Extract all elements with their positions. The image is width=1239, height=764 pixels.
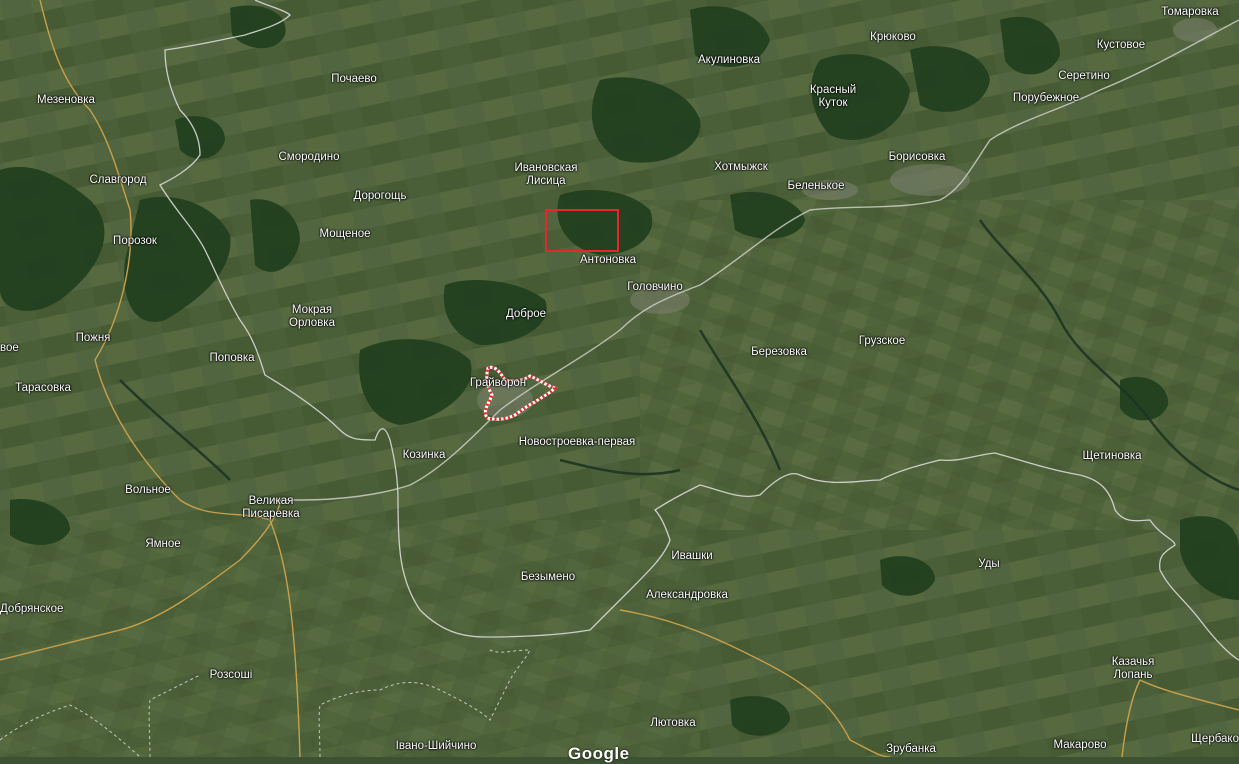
place-label-makarovo[interactable]: Макарово: [1054, 739, 1107, 752]
terrain-fields-east: [640, 200, 1239, 530]
place-label-pochaevo[interactable]: Почаево: [331, 73, 377, 86]
place-label-mokraya-orlovka[interactable]: Мокрая Орловка: [289, 304, 335, 330]
place-label-mezenovka[interactable]: Мезеновка: [37, 94, 95, 107]
place-label-kazachya-lopan[interactable]: Казачья Лопань: [1112, 656, 1155, 682]
place-label-gruzskoe[interactable]: Грузское: [859, 335, 905, 348]
place-label-antonovka[interactable]: Антоновка: [580, 254, 636, 267]
place-label-khotmyzhsk[interactable]: Хотмыжск: [714, 161, 768, 174]
place-label-shcherbaki[interactable]: Щербако: [1191, 733, 1239, 746]
place-label-porozok[interactable]: Порозок: [113, 235, 157, 248]
place-label-dorogoshch[interactable]: Дорогощь: [354, 190, 407, 203]
satellite-map[interactable]: [0, 0, 1239, 757]
place-label-novostroevka[interactable]: Новостроевка-первая: [519, 436, 636, 449]
place-label-smorodino[interactable]: Смородино: [278, 151, 339, 164]
place-label-akulinovka[interactable]: Акулиновка: [698, 54, 760, 67]
place-label-dobryanskoe[interactable]: Добрянское: [0, 603, 63, 616]
place-label-ovoe[interactable]: вое: [0, 342, 19, 355]
place-label-golovchino[interactable]: Головчино: [627, 281, 683, 294]
place-label-ivashki[interactable]: Ивашки: [671, 550, 712, 563]
place-label-kustovoe[interactable]: Кустовое: [1097, 39, 1145, 52]
place-label-volnoe[interactable]: Вольное: [125, 484, 171, 497]
terrain-fields-south: [0, 520, 700, 757]
place-label-berezovka[interactable]: Березовка: [751, 346, 807, 359]
place-label-ivano-shiychino[interactable]: Івано-Шийчино: [396, 740, 477, 753]
place-label-krasny-kutok[interactable]: Красный Куток: [810, 84, 856, 110]
place-label-tarasovka[interactable]: Тарасовка: [15, 382, 71, 395]
place-label-aleksandrovka[interactable]: Александровка: [646, 589, 728, 602]
place-label-zrubanka[interactable]: Зрубанка: [886, 743, 936, 756]
place-label-pozhnya[interactable]: Пожня: [76, 332, 111, 345]
place-label-slavgorod[interactable]: Славгород: [89, 174, 146, 187]
place-label-graivoron[interactable]: Грайворон: [470, 377, 526, 390]
place-label-tomarovka[interactable]: Томаровка: [1161, 6, 1218, 19]
place-label-rozsoshi[interactable]: Розсоші: [210, 669, 253, 682]
selection-rectangle[interactable]: [545, 209, 619, 252]
place-label-udy[interactable]: Уды: [978, 558, 999, 571]
place-label-shchetinovka[interactable]: Щетиновка: [1082, 450, 1141, 463]
place-label-popovka[interactable]: Поповка: [209, 352, 254, 365]
place-label-kozinka[interactable]: Козинка: [403, 449, 446, 462]
place-label-seretino[interactable]: Серетино: [1058, 70, 1110, 83]
place-label-dobroe[interactable]: Доброе: [506, 308, 546, 321]
place-label-moshchenoe[interactable]: Мощеное: [320, 228, 371, 241]
place-label-poruzhnoe[interactable]: Порубежное: [1013, 92, 1079, 105]
place-label-borisovka[interactable]: Борисовка: [889, 151, 946, 164]
place-label-yamnoe[interactable]: Ямное: [145, 538, 180, 551]
place-label-lyutovka[interactable]: Лютовка: [650, 717, 695, 730]
place-label-kryukovo[interactable]: Крюково: [870, 31, 916, 44]
place-label-ivanovskaya-lisitsa[interactable]: Ивановская Лисица: [514, 162, 577, 188]
place-label-velikaya-pisarevka[interactable]: Великая Писаревка: [242, 495, 299, 521]
place-label-bezymeno[interactable]: Безымено: [521, 571, 575, 584]
google-logo: Google: [568, 744, 630, 763]
place-label-belenkoe[interactable]: Беленькое: [788, 180, 845, 193]
